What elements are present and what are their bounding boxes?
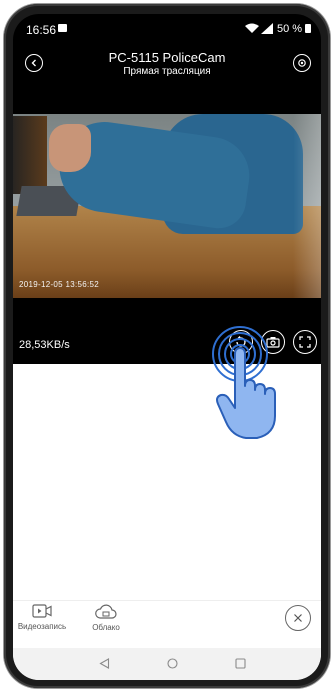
close-button[interactable] — [285, 605, 311, 631]
video-controls: 28,53KB/s — [13, 324, 321, 364]
notification-icon — [58, 24, 67, 32]
fullscreen-icon — [299, 336, 311, 348]
cloud-icon — [95, 604, 117, 619]
nav-recent-icon[interactable] — [235, 658, 246, 669]
live-video[interactable]: 2019-12-05 13:56:52 — [13, 114, 321, 298]
video-timestamp: 2019-12-05 13:56:52 — [19, 280, 99, 289]
video-laptop-screen — [13, 116, 47, 194]
nav-home-icon[interactable] — [167, 658, 178, 669]
system-nav-bar — [13, 648, 321, 680]
cloud-label: Облако — [92, 623, 120, 632]
status-bar: 16:56 50 % — [13, 14, 321, 40]
settings-button[interactable] — [293, 54, 311, 72]
close-icon — [294, 614, 302, 622]
battery-icon — [305, 24, 311, 33]
snapshot-button[interactable] — [261, 330, 285, 354]
page-title: PC-5115 PoliceCam — [108, 50, 226, 65]
video-record-icon — [32, 604, 52, 618]
video-record-button[interactable]: Видеозапись — [17, 604, 67, 631]
camera-icon — [266, 337, 280, 348]
status-time: 16:56 — [26, 23, 57, 37]
wifi-icon — [245, 23, 259, 33]
phone-frame: 16:56 50 % PC-5115 PoliceCam Прямая трас… — [4, 4, 330, 688]
video-glare — [293, 114, 321, 298]
cloud-button[interactable]: Облако — [83, 604, 129, 632]
fullscreen-button[interactable] — [293, 330, 317, 354]
header: PC-5115 PoliceCam Прямая трасляция — [13, 42, 321, 84]
bottom-toolbar: Видеозапись Облако — [13, 600, 321, 647]
screen: 16:56 50 % PC-5115 PoliceCam Прямая трас… — [13, 14, 321, 680]
gear-icon — [298, 59, 306, 67]
replay-button[interactable] — [229, 330, 253, 354]
video-hand — [49, 124, 91, 172]
nav-back-icon[interactable] — [99, 658, 110, 669]
battery-percent: 50 % — [277, 23, 303, 35]
page-subtitle: Прямая трасляция — [123, 66, 211, 77]
signal-icon — [261, 23, 273, 34]
video-record-label: Видеозапись — [17, 622, 67, 631]
bitrate-label: 28,53KB/s — [19, 339, 70, 351]
replay-icon — [236, 336, 246, 347]
